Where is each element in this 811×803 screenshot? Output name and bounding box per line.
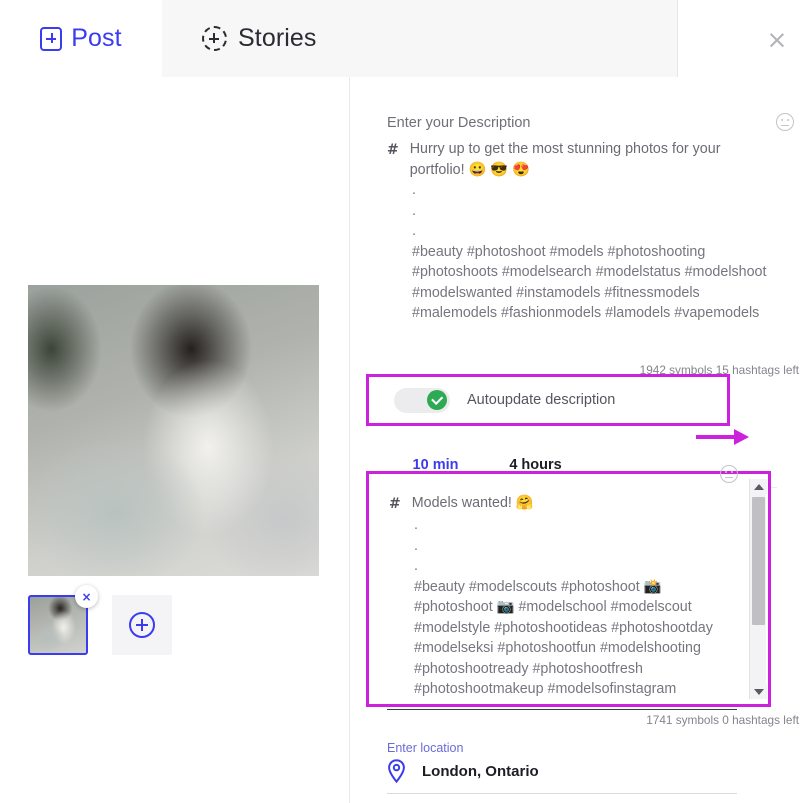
description-secondary-annotation-box: # Models wanted! 🤗 . . . #beauty #models… [366, 465, 771, 707]
hashtag-marker: # [387, 142, 399, 158]
description-secondary-hashtags: #beauty #modelscouts #photoshoot 📸 #phot… [414, 578, 713, 698]
close-icon[interactable]: × [762, 24, 792, 54]
description-primary[interactable]: # Hurry up to get the most stunning phot… [387, 139, 777, 324]
post-image-preview[interactable] [28, 285, 319, 576]
smiley-icon [776, 113, 794, 131]
emoji-picker-button-secondary[interactable] [720, 465, 738, 488]
scroll-up-arrow-icon[interactable] [750, 479, 767, 494]
map-pin-icon [388, 759, 405, 783]
autoupdate-label: Autoupdate description [467, 392, 616, 408]
description-secondary-headline: Models wanted! 🤗 [411, 495, 534, 511]
remove-thumbnail-icon[interactable]: × [75, 585, 98, 608]
thumbnail-strip: × [28, 585, 172, 655]
smiley-icon [720, 465, 738, 483]
autoupdate-toggle[interactable] [394, 387, 450, 413]
tab-stories[interactable]: Stories [162, 0, 678, 77]
scroll-down-arrow-icon[interactable] [750, 684, 767, 699]
add-media-button[interactable] [112, 595, 172, 655]
description-primary-spacer: . . . [412, 182, 416, 239]
emoji-picker-button-primary[interactable] [776, 113, 794, 136]
description-primary-headline: Hurry up to get the most stunning photos… [409, 141, 725, 178]
description-secondary-underline [387, 709, 737, 710]
location-value: London, Ontario [422, 762, 539, 780]
tab-post-label: Post [71, 24, 122, 52]
description-scrollbar[interactable] [749, 479, 767, 699]
circle-plus-icon [129, 612, 155, 638]
square-plus-icon [40, 26, 63, 51]
location-label: Enter location [387, 741, 464, 755]
post-composer-window: Post Stories × × Enter your Description [0, 0, 811, 803]
description-secondary-spacer: . . . [414, 517, 418, 574]
media-panel: × [0, 77, 350, 803]
description-label: Enter your Description [387, 115, 531, 131]
hashtag-marker: # [389, 496, 401, 512]
autoupdate-annotation-box: Autoupdate description [366, 374, 730, 426]
composer-panel: Enter your Description # Hurry up to get… [351, 77, 811, 803]
check-icon [427, 390, 447, 410]
location-row[interactable]: London, Ontario [387, 759, 539, 783]
location-underline [387, 793, 737, 794]
window-header: Post Stories × [0, 0, 811, 77]
annotation-arrow-left [696, 429, 749, 445]
thumbnail-item[interactable]: × [28, 585, 98, 655]
scrollbar-thumb[interactable] [752, 497, 765, 625]
symbol-counter-secondary: 1741 symbols 0 hashtags left [646, 713, 799, 727]
dashed-circle-plus-icon [202, 26, 227, 51]
description-secondary[interactable]: # Models wanted! 🤗 . . . #beauty #models… [374, 479, 746, 699]
description-primary-hashtags: #beauty #photoshoot #models #photoshooti… [412, 243, 771, 322]
tab-stories-label: Stories [238, 24, 317, 52]
tab-post[interactable]: Post [0, 0, 162, 77]
